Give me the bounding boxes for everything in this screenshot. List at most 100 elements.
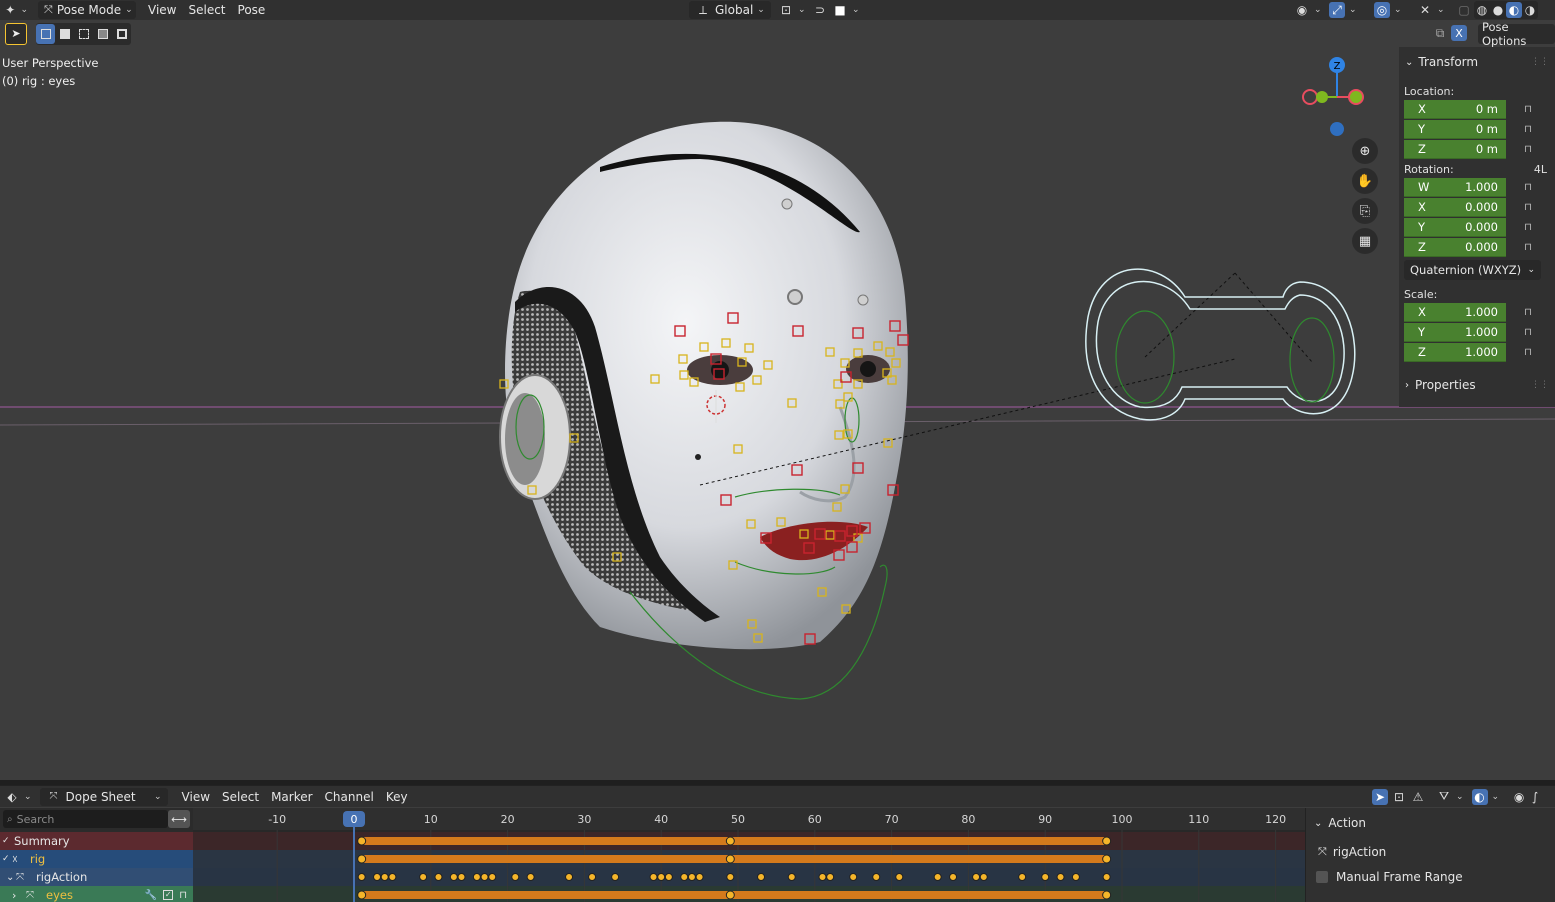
chevron-down-icon[interactable]: ⌄	[6, 872, 16, 883]
bone-control-handle[interactable]	[728, 560, 738, 570]
bone-control-handle[interactable]	[832, 502, 842, 512]
keyframe[interactable]	[787, 873, 796, 881]
keyframe[interactable]	[565, 873, 574, 881]
bone-control-handle[interactable]	[885, 347, 895, 357]
bone-overlay-dropdown[interactable]: ✕ ⌄	[1413, 1, 1449, 19]
rotation-z-field[interactable]: Z 0.000	[1404, 237, 1506, 257]
bone-control-handle[interactable]	[817, 587, 827, 597]
keyframe[interactable]	[849, 873, 858, 881]
keyframe[interactable]	[1102, 873, 1111, 881]
channel-eyes[interactable]: › ⤧ eyes 🔧 ✓ ⊓	[0, 886, 193, 902]
lock-icon[interactable]: ⊓	[1522, 143, 1534, 155]
bone-control-handle[interactable]	[853, 379, 863, 389]
location-z-field[interactable]: Z 0 m	[1404, 139, 1506, 159]
bone-control-handle[interactable]	[883, 438, 893, 448]
curve-icon[interactable]: ∫	[1527, 789, 1543, 805]
rotation-x-field[interactable]: X 0.000	[1404, 197, 1506, 217]
ds-menu-view[interactable]: View	[176, 787, 216, 807]
properties-panel-header[interactable]: › Properties ⋮⋮	[1399, 374, 1555, 396]
lock-icon[interactable]: ⊓	[1522, 103, 1534, 115]
bone-control-handle[interactable]	[763, 360, 773, 370]
sync-scroll-button[interactable]: ⟷	[168, 810, 190, 828]
bone-control-handle-selected[interactable]	[804, 633, 816, 645]
lock-icon[interactable]: ⊓	[1522, 346, 1534, 358]
bone-control-handle-selected[interactable]	[852, 327, 864, 339]
overlays-toggle[interactable]: ◎ ⌄	[1370, 1, 1406, 19]
keyframe[interactable]	[1102, 836, 1112, 846]
bone-control-handle-selected[interactable]	[727, 312, 739, 324]
keyframe[interactable]	[488, 873, 497, 881]
scale-z-field[interactable]: Z 1.000	[1404, 342, 1506, 362]
lock-icon[interactable]: ⊓	[1522, 306, 1534, 318]
keyframe[interactable]	[611, 873, 620, 881]
pan-button[interactable]: ✋	[1352, 168, 1378, 194]
bone-control-handle-selected[interactable]	[852, 462, 864, 474]
keyframe[interactable]	[757, 873, 766, 881]
manual-frame-range-row[interactable]: Manual Frame Range	[1306, 867, 1555, 887]
bone-control-handle[interactable]	[825, 347, 835, 357]
keyframe[interactable]	[472, 873, 481, 881]
mode-dropdown[interactable]: ⤧ Pose Mode ⌄	[38, 1, 136, 19]
bone-control-handle-selected[interactable]	[897, 334, 909, 346]
bone-control-handle[interactable]	[747, 619, 757, 629]
rotation-y-field[interactable]: Y 0.000	[1404, 217, 1506, 237]
channel-search-input[interactable]: ⌕ Search	[3, 810, 168, 828]
wireframe-shading-icon[interactable]: ◍	[1474, 2, 1490, 18]
select-new-icon[interactable]	[36, 23, 55, 44]
only-selected-icon[interactable]: ➤	[1372, 788, 1388, 805]
keyframe[interactable]	[1056, 873, 1065, 881]
keyframe[interactable]	[972, 873, 981, 881]
drag-handle-icon[interactable]: ⋮⋮	[1531, 57, 1549, 67]
keyframe[interactable]	[434, 873, 443, 881]
lock-icon[interactable]: ⊓	[1522, 241, 1534, 253]
chevron-right-icon[interactable]: ›	[12, 889, 22, 902]
material-preview-icon[interactable]: ◐	[1506, 2, 1522, 18]
frame-ruler[interactable]	[0, 808, 1305, 830]
checkbox-icon[interactable]: ✓	[163, 890, 174, 900]
bone-control-handle-selected[interactable]	[713, 368, 725, 380]
keyframe[interactable]	[687, 873, 696, 881]
proportional-edit-icon[interactable]: ◉	[1511, 789, 1527, 805]
keyframe[interactable]	[725, 890, 735, 900]
keyframe[interactable]	[457, 873, 466, 881]
dopesheet-mode-dropdown[interactable]: ⤧ Dope Sheet ⌄	[39, 787, 168, 806]
lock-icon[interactable]: ⊓	[1522, 123, 1534, 135]
ds-menu-select[interactable]: Select	[216, 787, 265, 807]
gizmo-y-icon[interactable]	[1316, 91, 1328, 103]
keyframe[interactable]	[511, 873, 520, 881]
keyframe[interactable]	[380, 873, 389, 881]
bone-control-handle[interactable]	[689, 377, 699, 387]
keyframe[interactable]	[949, 873, 958, 881]
ortho-toggle-button[interactable]: ▦	[1352, 228, 1378, 254]
keyframe[interactable]	[373, 873, 382, 881]
x-mirror-toggle[interactable]: ⧉ X	[1432, 25, 1467, 41]
keyframe[interactable]	[1018, 873, 1027, 881]
keyframe[interactable]	[818, 873, 827, 881]
keyframe[interactable]	[1102, 890, 1112, 900]
bone-control-handle[interactable]	[569, 433, 579, 443]
keyframe[interactable]	[826, 873, 835, 881]
zoom-button[interactable]: ⊕	[1352, 138, 1378, 164]
3d-viewport[interactable]: User Perspective (0) rig : eyes Z ⊕ ✋ ⎘ …	[0, 47, 1555, 780]
expand-check-icon[interactable]: ✓	[2, 854, 12, 864]
gizmo-x-icon[interactable]	[1348, 89, 1364, 105]
bone-control-handle[interactable]	[843, 392, 853, 402]
bone-control-handle-selected[interactable]	[814, 528, 826, 540]
keyframe[interactable]	[388, 873, 397, 881]
bone-control-handle[interactable]	[891, 358, 901, 368]
keyframe[interactable]	[480, 873, 489, 881]
select-intersect-icon[interactable]	[112, 24, 131, 44]
keyframe[interactable]	[1071, 873, 1080, 881]
keyframe[interactable]	[419, 873, 428, 881]
pivot-point-dropdown[interactable]: ⊡ ⌄	[774, 1, 810, 19]
keyframe[interactable]	[680, 873, 689, 881]
keyframe[interactable]	[726, 873, 735, 881]
location-x-field[interactable]: X 0 m	[1404, 99, 1506, 119]
rotation-w-field[interactable]: W 1.000	[1404, 177, 1506, 197]
lock-icon[interactable]: ⊓	[1522, 326, 1534, 338]
lock-icon[interactable]: ⊓	[1522, 201, 1534, 213]
bone-control-handle-selected[interactable]	[792, 325, 804, 337]
snap-target-dropdown[interactable]: ■ ⌄	[828, 1, 864, 19]
lock-icon[interactable]: ⊓	[1522, 181, 1534, 193]
select-extend-icon[interactable]	[55, 24, 74, 44]
